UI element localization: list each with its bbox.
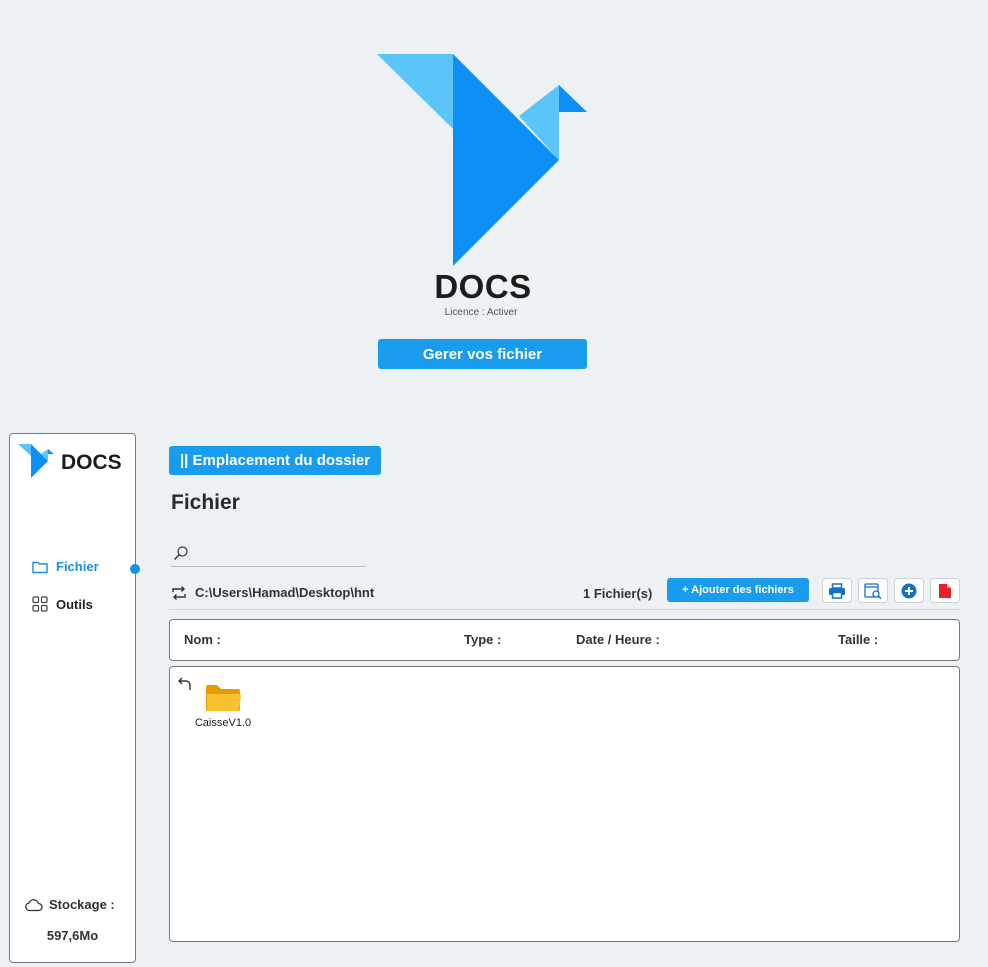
storage-label-row: Stockage : — [24, 897, 115, 912]
list-item[interactable]: CaisseV1.0 — [188, 683, 258, 729]
current-path: C:\Users\Hamad\Desktop\hnt — [195, 585, 375, 600]
folder-location-button[interactable]: || Emplacement du dossier — [169, 446, 381, 475]
file-table-header: Nom : Type : Date / Heure : Taille : — [169, 619, 960, 661]
refresh-icon[interactable] — [170, 584, 188, 602]
storage-label: Stockage : — [49, 897, 115, 912]
file-list: CaisseV1.0 — [169, 666, 960, 942]
folder-icon — [32, 561, 48, 573]
docs-logo-icon — [18, 444, 54, 478]
active-indicator — [130, 564, 140, 574]
column-header-name[interactable]: Nom : — [184, 632, 221, 647]
docs-bird-logo — [377, 54, 587, 266]
file-name: CaisseV1.0 — [194, 717, 252, 729]
column-header-size[interactable]: Taille : — [838, 632, 878, 647]
pdf-button[interactable] — [930, 578, 960, 603]
view-icon — [864, 582, 882, 599]
cloud-icon — [25, 898, 43, 911]
manage-files-button[interactable]: Gerer vos fichier — [378, 339, 587, 369]
sidebar-item-fichier[interactable]: Fichier — [32, 559, 99, 574]
print-icon — [829, 582, 845, 599]
print-button[interactable] — [822, 578, 852, 603]
folder-icon — [206, 685, 241, 711]
column-header-date[interactable]: Date / Heure : — [576, 632, 660, 647]
path-bar: C:\Users\Hamad\Desktop\hnt 1 Fichier(s) … — [169, 578, 960, 610]
search-icon[interactable] — [173, 545, 189, 561]
add-circle-icon — [901, 583, 917, 598]
add-files-button[interactable]: + Ajouter des fichiers — [667, 578, 809, 602]
search-bar — [171, 541, 366, 567]
storage-value: 597,6Mo — [46, 928, 99, 943]
app-title: DOCS — [434, 268, 532, 305]
view-button[interactable] — [858, 578, 888, 603]
add-button[interactable] — [894, 578, 924, 603]
file-count: 1 Fichier(s) — [583, 586, 653, 601]
grid-icon — [32, 596, 48, 612]
licence-text: Licence : Activer — [444, 307, 518, 318]
column-header-type[interactable]: Type : — [464, 632, 501, 647]
sidebar: DOCS Fichier Outils Stockage : 597,6Mo — [9, 433, 140, 963]
sidebar-item-label: Fichier — [56, 559, 99, 574]
sidebar-item-label: Outils — [56, 596, 93, 612]
pdf-icon — [939, 583, 951, 598]
sidebar-title: DOCS — [61, 451, 122, 474]
search-input[interactable] — [193, 543, 363, 563]
sidebar-item-outils[interactable]: Outils — [32, 596, 93, 612]
hero: DOCS Licence : Activer Gerer vos fichier — [0, 0, 988, 400]
section-title: Fichier — [171, 491, 240, 514]
